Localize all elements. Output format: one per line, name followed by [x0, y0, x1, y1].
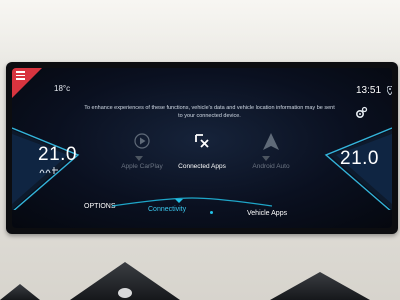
outside-temperature: 18°c — [54, 84, 71, 93]
app-android-auto[interactable]: Android Auto — [238, 132, 304, 170]
cabin-background — [0, 0, 400, 70]
active-tab-indicator — [111, 197, 273, 207]
android-auto-icon — [263, 133, 279, 150]
physical-control-button[interactable] — [270, 272, 370, 300]
physical-control-button[interactable] — [0, 284, 40, 300]
ds-logo-icon — [195, 134, 209, 148]
chevron-down-icon — [135, 156, 143, 161]
nav-vehicle-apps[interactable]: Vehicle Apps — [247, 210, 287, 217]
right-temperature[interactable]: 21.0 — [340, 148, 379, 170]
infotainment-screen: 18°c 13:51 To enhance experiences of the… — [12, 68, 392, 228]
carplay-icon — [134, 133, 150, 149]
app-label: Connected Apps — [178, 163, 226, 170]
left-temperature[interactable]: 21.0 — [38, 144, 77, 166]
app-connected-apps[interactable]: Connected Apps — [165, 132, 239, 170]
menu-icon[interactable] — [16, 71, 25, 80]
app-label: Android Auto — [252, 163, 290, 170]
chevron-down-icon — [262, 156, 270, 161]
seat-heat-icon[interactable] — [38, 166, 62, 175]
location-pin-icon — [387, 86, 392, 95]
page-dot — [210, 211, 213, 214]
app-label: Apple CarPlay — [121, 163, 163, 170]
clock: 13:51 — [356, 85, 382, 96]
privacy-info-text: To enhance experiences of these function… — [84, 105, 335, 119]
app-apple-carplay[interactable]: Apple CarPlay — [112, 132, 172, 170]
power-icon — [118, 288, 132, 298]
